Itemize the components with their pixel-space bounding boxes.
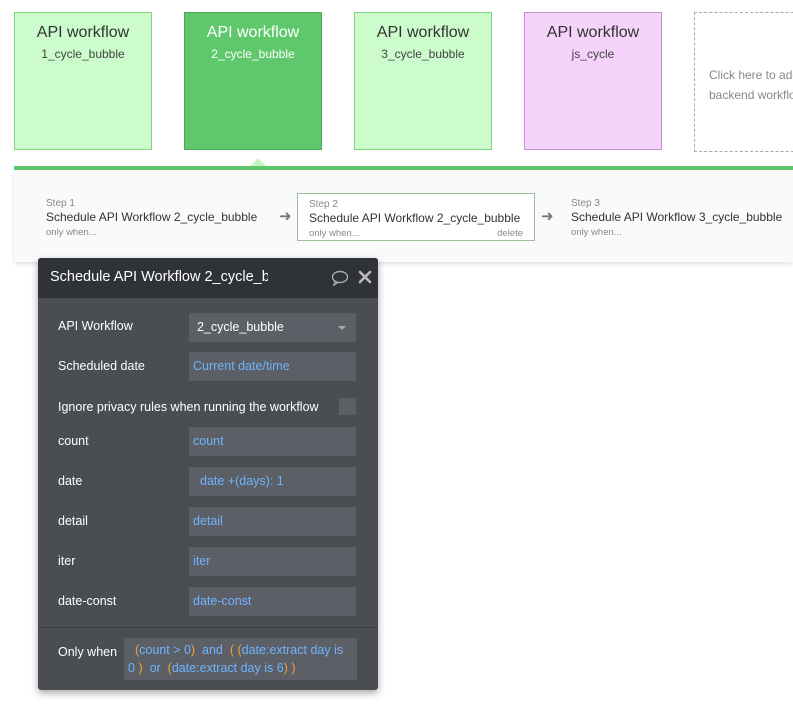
action-property-editor: Schedule API Workflow 2_cycle_bubble API… [38,258,378,690]
date-field[interactable]: date +(days): 1 [189,467,356,496]
only-when-label: Only when [58,645,118,659]
workflow-card-name: 1_cycle_bubble [41,47,125,61]
add-workflow-text: Click here to add a backend workflow [709,65,793,105]
detail-label: detail [58,514,88,528]
step-delete-button[interactable]: delete [497,228,523,239]
step-only-when[interactable]: only when... [46,227,97,238]
step-only-when[interactable]: only when... [309,228,360,239]
step-only-when[interactable]: only when... [571,227,622,238]
step-title: Schedule API Workflow 2_cycle_bubble [46,210,258,224]
expr-paren: ) [190,643,196,657]
step-title: Schedule API Workflow 2_cycle_bubble [309,211,521,225]
step-title: Schedule API Workflow 3_cycle_bubble [571,210,783,224]
step-number: Step 2 [309,199,338,210]
expr-term[interactable]: count > 0 [139,643,191,657]
workflow-card-title: API workflow [376,24,470,41]
ignore-privacy-checkbox[interactable] [339,398,356,415]
count-field[interactable]: count [189,427,356,456]
panel-divider [38,627,378,628]
detail-field[interactable]: detail [189,507,356,536]
step-arrow-icon: ➜ [279,208,292,225]
step-arrow-icon: ➜ [541,208,554,225]
only-when-expression[interactable]: (count > 0) and ( (date:extract day is 0… [124,638,357,680]
workflow-step-1[interactable]: Step 1 Schedule API Workflow 2_cycle_bub… [35,193,275,241]
panel-title: Schedule API Workflow 2_cycle_bubble [50,269,268,285]
iter-field[interactable]: iter [189,547,356,576]
scheduled-date-label: Scheduled date [58,359,145,373]
count-label: count [58,434,89,448]
api-workflow-label: API Workflow [58,319,133,333]
scheduled-date-field[interactable]: Current date/time [189,352,356,381]
add-workflow-line1: Click here to add a [709,68,793,82]
api-workflow-dropdown[interactable]: 2_cycle_bubble [189,313,356,342]
comment-icon[interactable] [331,270,349,291]
panel-header: Schedule API Workflow 2_cycle_bubble [38,258,378,298]
ignore-privacy-label: Ignore privacy rules when running the wo… [58,400,319,414]
workflow-card-1[interactable]: API workflow 1_cycle_bubble [14,12,152,150]
workflow-card-name: js_cycle [571,47,615,61]
close-icon[interactable] [358,270,372,289]
add-backend-workflow-button[interactable]: Click here to add a backend workflow [694,12,793,152]
date-label: date [58,474,83,488]
selected-workflow-caret [250,158,266,166]
workflow-card-title: API workflow [36,24,130,41]
add-workflow-line2: backend workflow [709,88,793,102]
step-number: Step 1 [46,198,75,209]
workflow-card-4[interactable]: API workflow js_cycle [524,12,662,150]
workflow-card-2[interactable]: API workflow 2_cycle_bubble [184,12,322,150]
expr-paren: ( ( [229,643,242,657]
date-const-label: date-const [58,594,117,608]
date-const-field[interactable]: date-const [189,587,356,616]
workflow-steps-area: Step 1 Schedule API Workflow 2_cycle_bub… [14,170,793,262]
expr-operator[interactable]: and [202,643,223,657]
iter-label: iter [58,554,76,568]
api-workflow-value: 2_cycle_bubble [197,320,284,334]
expr-paren: ) ) [283,661,296,675]
workflow-card-name: 3_cycle_bubble [381,47,465,61]
workflow-card-title: API workflow [546,24,640,41]
workflow-card-title: API workflow [206,24,300,41]
expr-operator[interactable]: or [150,661,161,675]
expr-term[interactable]: date:extract day is 6 [172,661,284,675]
workflow-card-3[interactable]: API workflow 3_cycle_bubble [354,12,492,150]
workflow-step-3[interactable]: Step 3 Schedule API Workflow 3_cycle_bub… [560,193,793,241]
chevron-down-icon [338,326,346,330]
workflow-step-2[interactable]: Step 2 Schedule API Workflow 2_cycle_bub… [297,193,535,241]
step-number: Step 3 [571,198,600,209]
expr-paren: ) [138,661,143,675]
workflow-card-name: 2_cycle_bubble [211,47,295,61]
